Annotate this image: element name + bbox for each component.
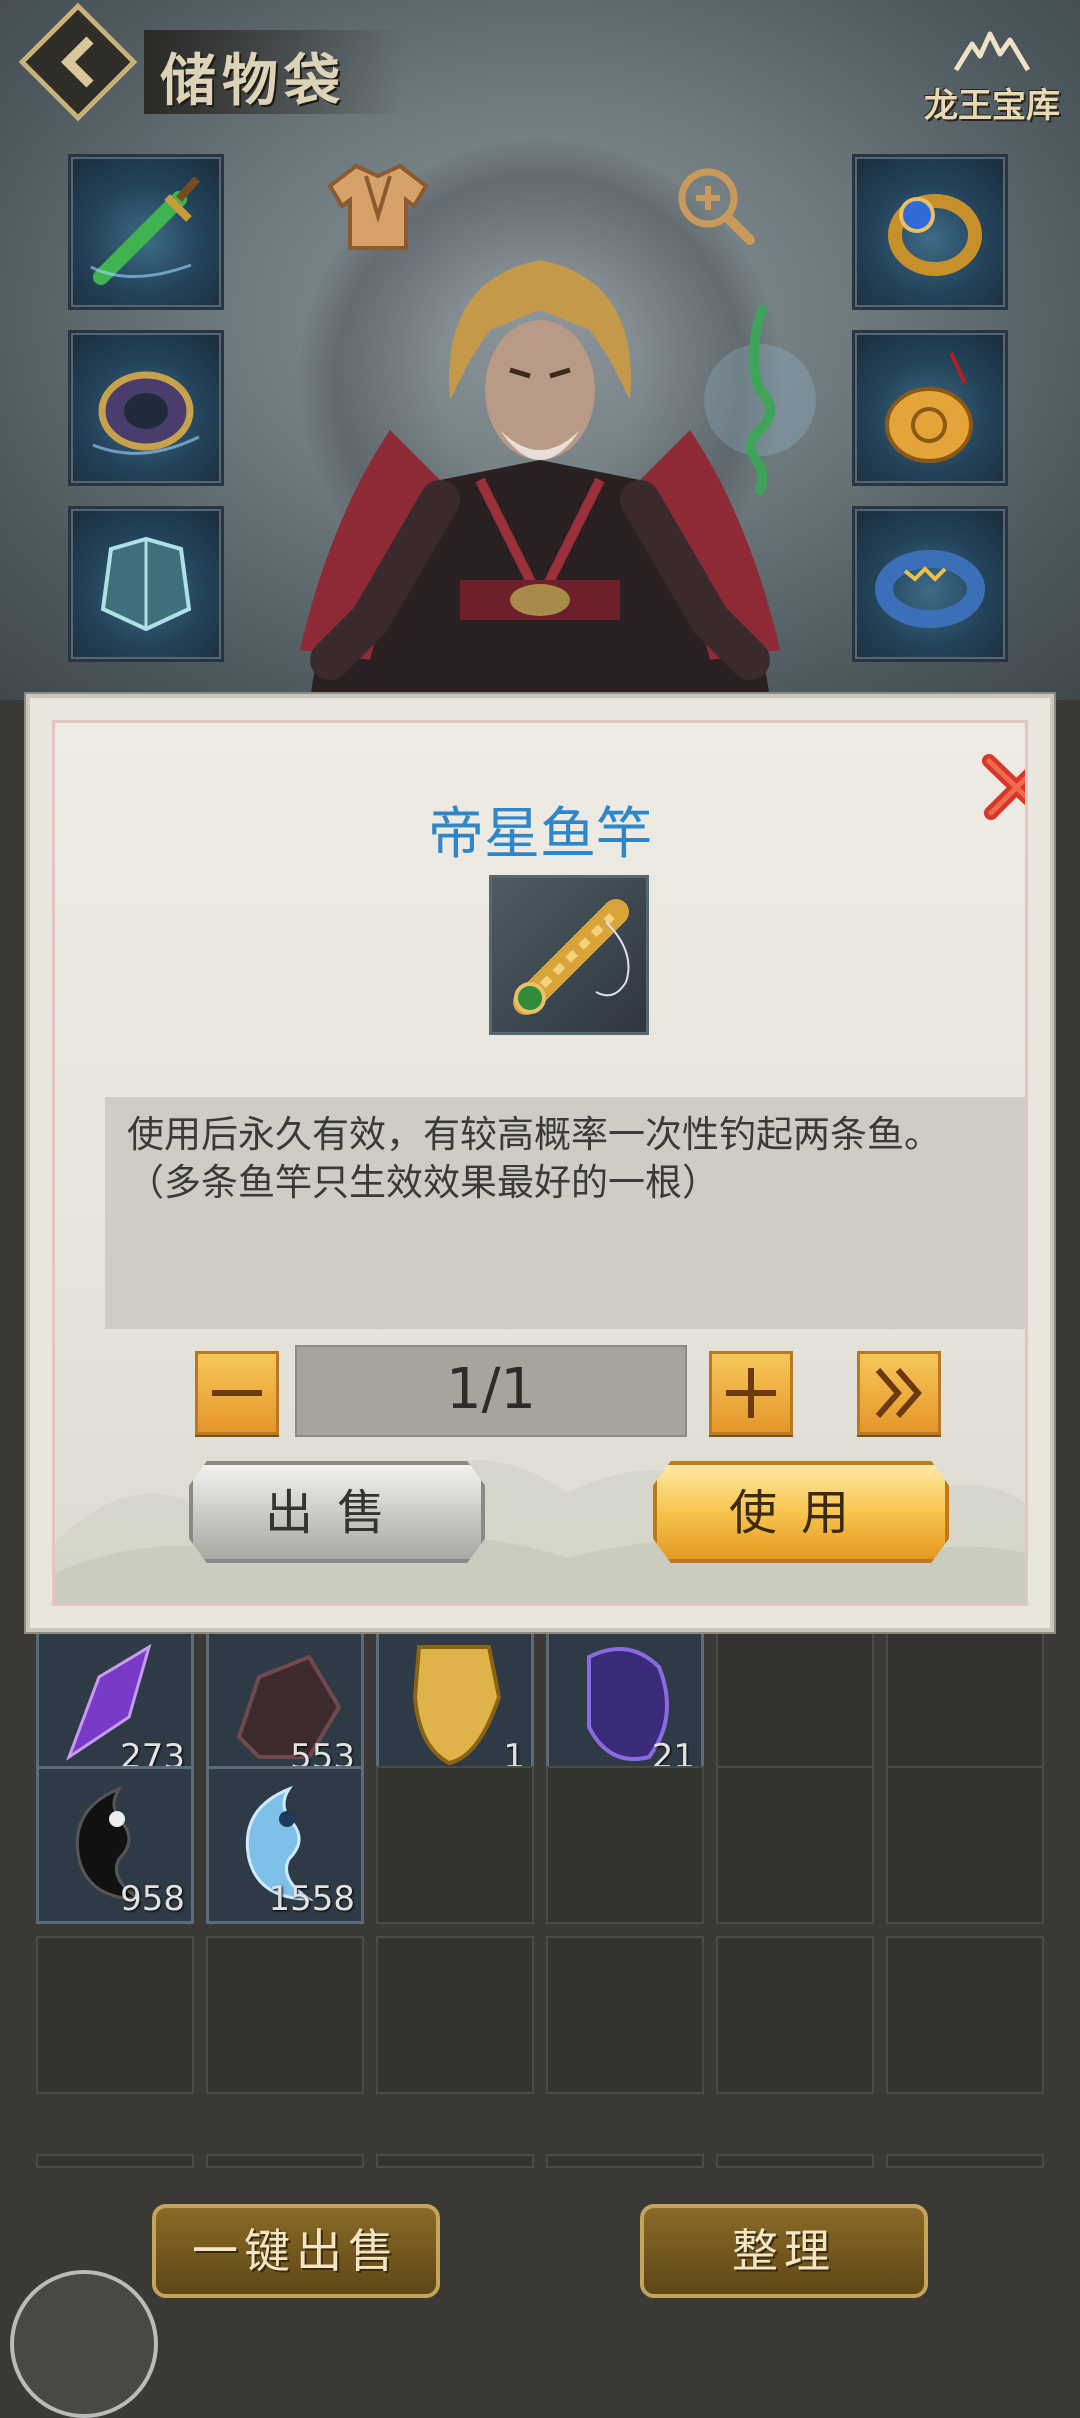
- item-count: 958: [120, 1879, 185, 1919]
- item-detail-dialog: 帝星鱼竿 使用后永久有效，有较高概率一次性钓起两条鱼。 （多条鱼竿只生效效果最好…: [26, 694, 1054, 1632]
- inventory-slot-empty[interactable]: [716, 1936, 874, 2094]
- inventory-slot-empty[interactable]: [376, 1766, 534, 1924]
- max-quantity-button[interactable]: [857, 1351, 941, 1435]
- description-line-1: 使用后永久有效，有较高概率一次性钓起两条鱼。: [127, 1113, 941, 1156]
- inventory-slot[interactable]: 1558: [206, 1766, 364, 1924]
- item-name: 帝星鱼竿: [428, 802, 652, 867]
- inventory-slot[interactable]: 1: [376, 1624, 534, 1782]
- inventory-slot-empty[interactable]: [376, 2154, 534, 2168]
- chevron-left-icon: [60, 36, 94, 88]
- inventory-slot-empty[interactable]: [546, 1766, 704, 1924]
- inventory-slot[interactable]: 273: [36, 1624, 194, 1782]
- sell-all-button[interactable]: 一键出售: [152, 2204, 440, 2298]
- inventory-slot-empty[interactable]: [546, 1936, 704, 2094]
- band-icon: [875, 550, 985, 628]
- item-icon-frame: [489, 875, 649, 1035]
- fishing-rod-icon: [513, 899, 630, 1015]
- inventory-slot-empty[interactable]: [716, 2154, 874, 2168]
- inventory-slot-empty[interactable]: [886, 1766, 1044, 1924]
- inventory-slot[interactable]: 21: [546, 1624, 704, 1782]
- inventory-slot-empty[interactable]: [716, 1766, 874, 1924]
- equip-slot-weapon[interactable]: [68, 154, 224, 310]
- zoom-in-icon[interactable]: [672, 162, 756, 246]
- inventory-slot[interactable]: 958: [36, 1766, 194, 1924]
- ring-icon: [888, 194, 982, 276]
- plus-icon: [726, 1368, 776, 1418]
- page-title: 储物袋: [160, 48, 346, 114]
- double-chevron-right-icon: [875, 1368, 922, 1418]
- lock-toggle[interactable]: [10, 2270, 158, 2418]
- item-count: 1558: [268, 1879, 355, 1919]
- quantity-display[interactable]: 1/1: [295, 1345, 687, 1437]
- sword-icon: [90, 176, 200, 285]
- inventory-slot-empty[interactable]: [36, 2154, 194, 2168]
- jade-hook-icon: [704, 305, 816, 495]
- inventory-slot-empty[interactable]: [716, 1624, 874, 1782]
- equip-slot-band[interactable]: [852, 506, 1008, 662]
- increase-quantity-button[interactable]: [709, 1351, 793, 1435]
- inventory-slot-empty[interactable]: [206, 1936, 364, 2094]
- equip-slot-ring[interactable]: [852, 154, 1008, 310]
- inventory-slot-empty[interactable]: [886, 1624, 1044, 1782]
- inventory-slot-empty[interactable]: [886, 1936, 1044, 2094]
- armor-icon: [100, 536, 192, 632]
- equip-slot-pendant[interactable]: [852, 330, 1008, 486]
- inventory-slot-empty[interactable]: [376, 1936, 534, 2094]
- equip-slot-armor[interactable]: [68, 506, 224, 662]
- equip-slot-bracer[interactable]: [68, 330, 224, 486]
- logo-text: 龙王宝库: [924, 86, 1060, 126]
- inventory-slot[interactable]: 553: [206, 1624, 364, 1782]
- sort-button[interactable]: 整理: [640, 2204, 928, 2298]
- bracer-icon: [92, 371, 200, 455]
- character-scene: 储物袋 龙王宝库: [0, 0, 1080, 700]
- item-detail-panel: 帝星鱼竿 使用后永久有效，有较高概率一次性钓起两条鱼。 （多条鱼竿只生效效果最好…: [52, 720, 1028, 1606]
- dragon-treasury-logo[interactable]: 龙王宝库: [922, 30, 1062, 140]
- item-description: 使用后永久有效，有较高概率一次性钓起两条鱼。 （多条鱼竿只生效效果最好的一根）: [105, 1097, 1025, 1329]
- use-button[interactable]: 使用: [653, 1461, 949, 1563]
- sell-button[interactable]: 出售: [189, 1461, 485, 1563]
- inventory-slot-empty[interactable]: [206, 2154, 364, 2168]
- back-button[interactable]: 储物袋: [14, 2, 404, 122]
- inventory-slot-empty[interactable]: [36, 1936, 194, 2094]
- dragon-mark-icon: [953, 31, 1031, 72]
- description-line-2: （多条鱼竿只生效效果最好的一根）: [127, 1161, 719, 1204]
- decrease-quantity-button[interactable]: [195, 1351, 279, 1435]
- pendant-icon: [885, 352, 973, 463]
- inventory-slot-empty[interactable]: [886, 2154, 1044, 2168]
- inventory-slot-empty[interactable]: [546, 2154, 704, 2168]
- close-icon[interactable]: [977, 747, 1028, 827]
- minus-icon: [212, 1390, 262, 1396]
